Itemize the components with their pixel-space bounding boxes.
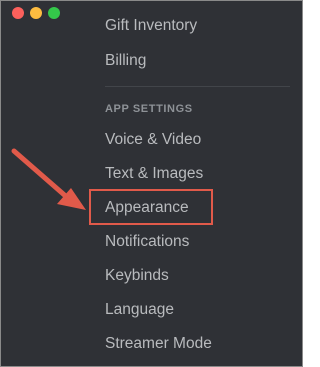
window-controls bbox=[12, 7, 60, 19]
sidebar-item-notifications[interactable]: Notifications bbox=[105, 232, 189, 252]
sidebar-item-language[interactable]: Language bbox=[105, 300, 174, 320]
sidebar-item-keybinds[interactable]: Keybinds bbox=[105, 266, 169, 286]
sidebar-item-appearance[interactable]: Appearance bbox=[105, 198, 189, 218]
section-header-app-settings: APP SETTINGS bbox=[105, 103, 193, 115]
minimize-window-button[interactable] bbox=[30, 7, 42, 19]
sidebar-item-billing[interactable]: Billing bbox=[105, 51, 146, 71]
sidebar-item-gift-inventory[interactable]: Gift Inventory bbox=[105, 16, 197, 36]
sidebar-item-streamer-mode[interactable]: Streamer Mode bbox=[105, 334, 212, 354]
sidebar-item-voice-video[interactable]: Voice & Video bbox=[105, 130, 201, 150]
close-window-button[interactable] bbox=[12, 7, 24, 19]
sidebar-item-text-images[interactable]: Text & Images bbox=[105, 164, 203, 184]
sidebar-divider bbox=[105, 86, 290, 87]
settings-window: Gift Inventory Billing APP SETTINGS Voic… bbox=[0, 0, 303, 367]
zoom-window-button[interactable] bbox=[48, 7, 60, 19]
